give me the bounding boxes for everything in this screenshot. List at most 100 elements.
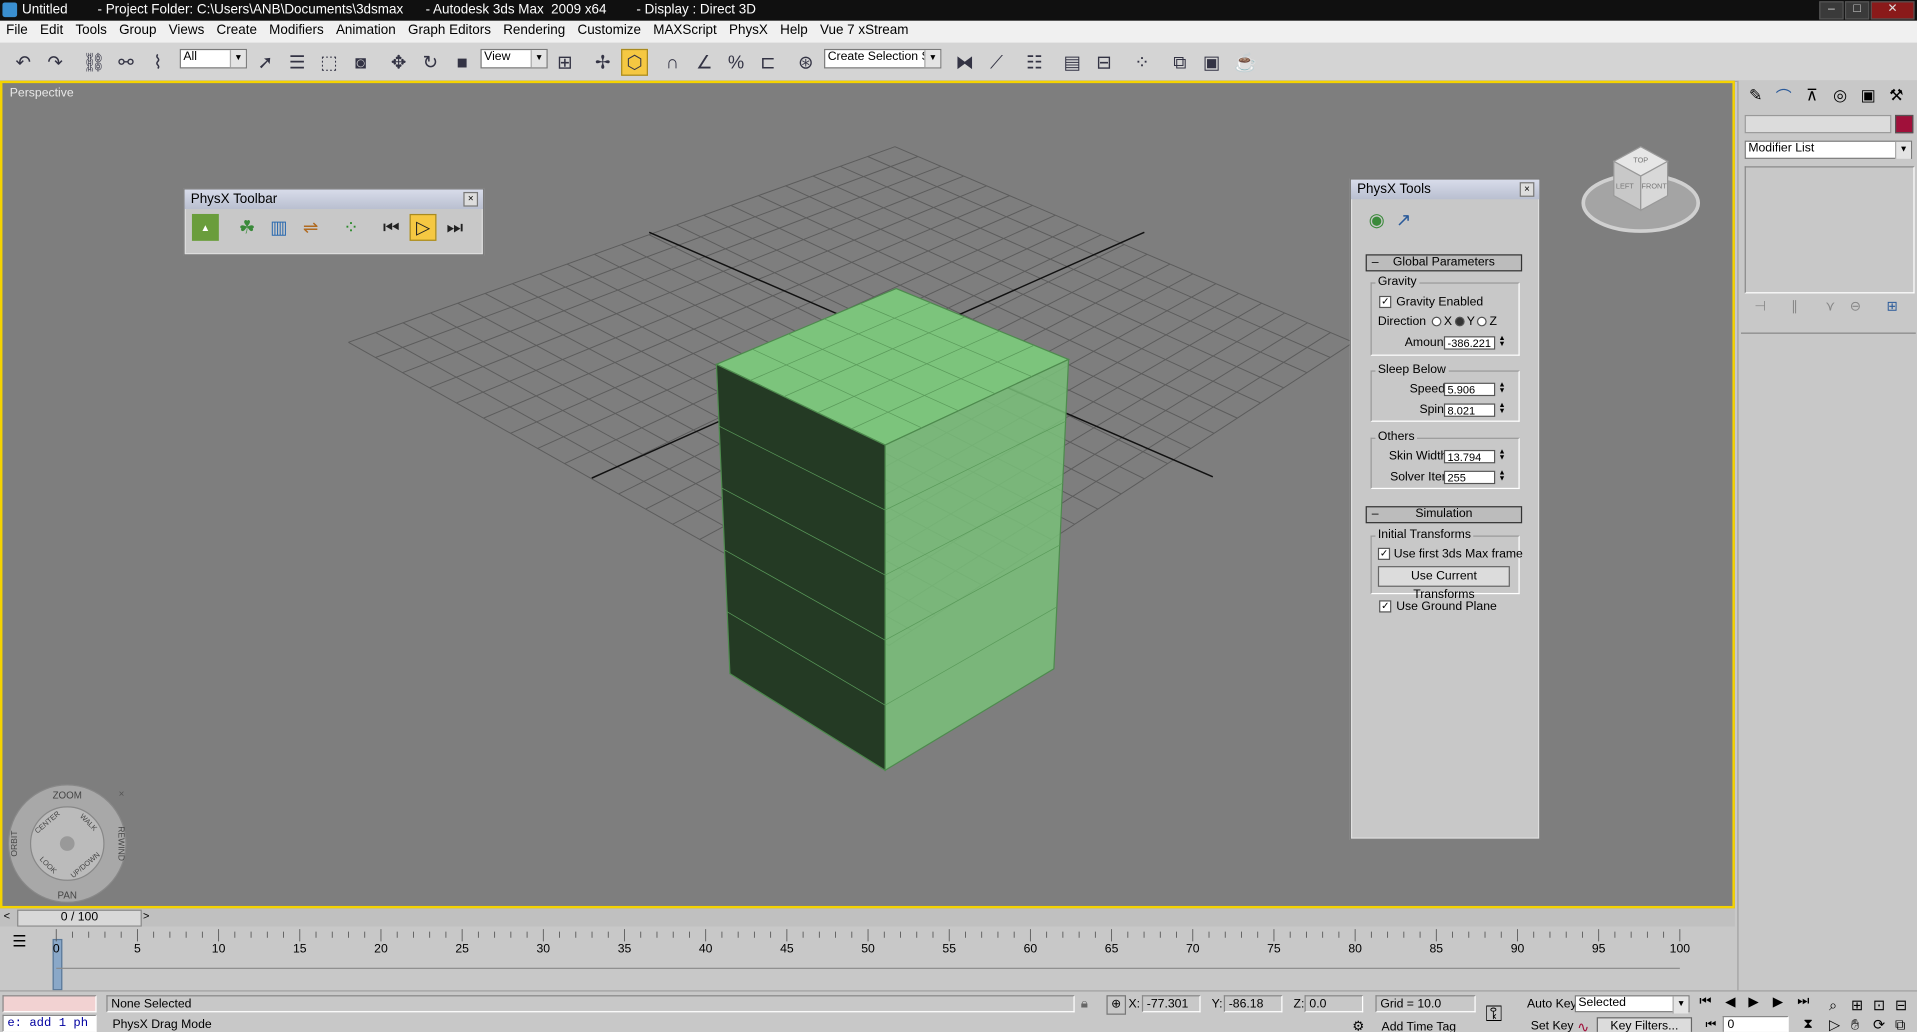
key-curve-icon[interactable]: ∿ xyxy=(1577,1018,1589,1031)
edit-named-selection-icon[interactable]: ⊛ xyxy=(792,49,819,76)
global-parameters-rollout[interactable]: – Global Parameters xyxy=(1365,254,1523,272)
motion-tab-icon[interactable]: ◎ xyxy=(1829,84,1851,106)
make-unique-icon[interactable]: ⋎ xyxy=(1825,298,1835,315)
direction-radios[interactable]: XYZ xyxy=(1429,315,1497,329)
menu-customize[interactable]: Customize xyxy=(571,21,647,38)
key-mode-toggle-icon[interactable]: ⏮ xyxy=(1706,1018,1717,1031)
window-crossing-icon[interactable]: ◙ xyxy=(347,49,374,76)
skin-width-spinner-arrows[interactable]: ▲ ▼ xyxy=(1498,449,1507,463)
quick-render-icon[interactable]: ☕ xyxy=(1232,49,1259,76)
object-name-field[interactable] xyxy=(1744,114,1892,134)
steering-wheel[interactable]: ZOOM PAN ORBIT REWIND CENTER WALK LOOK U… xyxy=(6,782,131,904)
select-link-icon[interactable]: ⛓ xyxy=(81,49,108,76)
perspective-viewport[interactable]: Perspective PhysX Toolbar × ▲ ☘ ▥ ⇌ ⁘ ⏮ … xyxy=(0,80,1735,909)
menu-views[interactable]: Views xyxy=(163,21,211,38)
move-icon[interactable]: ✥ xyxy=(385,49,412,76)
set-key-icon[interactable]: ⚿ xyxy=(1485,1001,1502,1027)
track-bar[interactable]: ☰ 0 5 10 15 20 25 30 35 40 45 50 55 60 65 70 75 80 85 90 95… xyxy=(0,926,1735,991)
rewind-icon[interactable]: ⏮ xyxy=(378,214,405,241)
spin-spinner[interactable]: 8.021 xyxy=(1443,403,1496,417)
explode-icon[interactable]: ⁘ xyxy=(337,214,364,241)
speed-spinner-arrows[interactable]: ▲ ▼ xyxy=(1498,381,1507,396)
constraint-icon[interactable]: ⇌ xyxy=(297,214,324,241)
rendered-frame-window-icon[interactable]: ▣ xyxy=(1198,49,1225,76)
menu-rendering[interactable]: Rendering xyxy=(497,21,571,38)
reference-coord-dropdown[interactable]: View ▼ xyxy=(480,48,548,69)
percent-snap-icon[interactable]: % xyxy=(723,49,750,76)
viewcube[interactable]: TOP LEFT FRONT xyxy=(1580,137,1702,242)
wheel-close-icon[interactable]: × xyxy=(119,789,125,800)
step-forward-icon[interactable]: ⏭ xyxy=(441,214,468,241)
y-coordinate-field[interactable]: -86.18 xyxy=(1223,995,1283,1013)
bind-space-warp-icon[interactable]: ⌇ xyxy=(144,49,171,76)
menu-help[interactable]: Help xyxy=(774,21,814,38)
menu-tools[interactable]: Tools xyxy=(69,21,113,38)
wheel-pan-label[interactable]: PAN xyxy=(58,891,77,902)
mirror-icon[interactable]: ⧓ xyxy=(951,49,978,76)
selection-filter-dropdown[interactable]: All ▼ xyxy=(179,48,247,69)
auto-key-button[interactable]: Auto Key xyxy=(1527,998,1577,1011)
wheel-orbit-label[interactable]: ORBIT xyxy=(9,830,19,857)
close-icon[interactable]: × xyxy=(1519,182,1535,197)
zoom-extents-icon[interactable]: ⊡ xyxy=(1873,996,1885,1013)
modify-tab-icon[interactable]: ⌒ xyxy=(1773,84,1795,106)
physx-tools-header[interactable]: PhysX Tools × xyxy=(1350,179,1540,200)
set-key-button[interactable]: Set Key xyxy=(1531,1020,1574,1032)
snaps-toggle-icon[interactable]: ∩ xyxy=(659,49,686,76)
align-icon[interactable]: ⟋ xyxy=(983,49,1010,76)
display-tab-icon[interactable]: ▣ xyxy=(1857,84,1879,106)
remove-modifier-icon[interactable]: ⊖ xyxy=(1850,298,1861,315)
physx-logo-icon[interactable]: ▲ xyxy=(191,213,219,241)
maxscript-listener-input[interactable]: e: add 1 ph xyxy=(2,1014,97,1032)
modifier-stack[interactable] xyxy=(1744,166,1915,294)
select-by-name-icon[interactable]: ☰ xyxy=(284,49,311,76)
next-frame-icon[interactable]: ▶ xyxy=(1773,994,1783,1010)
prev-frame-icon[interactable]: < xyxy=(4,910,16,925)
menu-edit[interactable]: Edit xyxy=(34,21,69,38)
spin-spinner-arrows[interactable]: ▲ ▼ xyxy=(1498,402,1507,416)
menu-maxscript[interactable]: MAXScript xyxy=(647,21,723,38)
material-editor-icon[interactable]: ⁘ xyxy=(1128,49,1155,76)
use-current-transforms-button[interactable]: Use Current Transforms xyxy=(1377,566,1510,602)
add-time-tag[interactable]: Add Time Tag xyxy=(1382,1021,1457,1032)
close-icon[interactable]: × xyxy=(463,191,479,207)
menu-graph-editors[interactable]: Graph Editors xyxy=(402,21,497,38)
zoom-icon[interactable]: ⌕ xyxy=(1829,996,1837,1014)
x-coordinate-field[interactable]: -77.301 xyxy=(1141,995,1201,1013)
wheel-rewind-label[interactable]: REWIND xyxy=(117,826,127,861)
orbit-icon[interactable]: ⟳ xyxy=(1873,1016,1885,1032)
menu-modifiers[interactable]: Modifiers xyxy=(263,21,330,38)
key-filters-button[interactable]: Key Filters... xyxy=(1596,1017,1693,1032)
zoom-all-icon[interactable]: ⊞ xyxy=(1851,996,1863,1013)
skin-width-spinner[interactable]: 13.794 xyxy=(1443,449,1496,464)
use-first-frame-checkbox[interactable]: ✓ xyxy=(1377,547,1391,560)
select-object-icon[interactable]: ➚ xyxy=(252,49,279,76)
keyboard-shortcut-override-icon[interactable]: ⬡ xyxy=(621,48,648,76)
rectangular-selection-icon[interactable]: ⬚ xyxy=(315,49,342,76)
solver-iter-spinner-arrows[interactable]: ▲ ▼ xyxy=(1498,469,1507,484)
menu-file[interactable]: File xyxy=(0,21,34,38)
zoom-extents-all-icon[interactable]: ⊟ xyxy=(1895,996,1907,1013)
close-button[interactable]: ✕ xyxy=(1870,1,1915,20)
time-slider-thumb[interactable]: 0 / 100 xyxy=(17,909,142,927)
curve-editor-icon[interactable]: ⊟ xyxy=(1091,49,1118,76)
absolute-mode-icon[interactable]: ⊕ xyxy=(1106,995,1127,1015)
time-configuration-icon[interactable]: ⧗ xyxy=(1803,1017,1812,1032)
scale-icon[interactable]: ■ xyxy=(449,49,476,76)
hierarchy-tab-icon[interactable]: ⊼ xyxy=(1801,84,1823,106)
time-tag-icon[interactable]: ⚙ xyxy=(1352,1018,1364,1032)
menu-animation[interactable]: Animation xyxy=(330,21,402,38)
show-end-result-icon[interactable]: ∥ xyxy=(1791,298,1798,315)
select-manipulate-icon[interactable]: ✢ xyxy=(589,49,616,76)
world-icon[interactable]: ◉ xyxy=(1363,207,1390,234)
current-frame-field[interactable]: 0 xyxy=(1722,1015,1789,1032)
unlink-icon[interactable]: ⚯ xyxy=(112,49,139,76)
graphite-icon[interactable]: ▤ xyxy=(1059,49,1086,76)
cloth-icon[interactable]: ▥ xyxy=(265,214,292,241)
configure-modifier-sets-icon[interactable]: ⊞ xyxy=(1886,298,1897,315)
go-to-end-icon[interactable]: ⏭ xyxy=(1797,994,1809,1010)
utilities-tab-icon[interactable]: ⚒ xyxy=(1885,84,1907,106)
undo-icon[interactable]: ↶ xyxy=(10,49,37,76)
rigid-body-icon[interactable]: ☘ xyxy=(234,214,261,241)
rotate-icon[interactable]: ↻ xyxy=(417,49,444,76)
